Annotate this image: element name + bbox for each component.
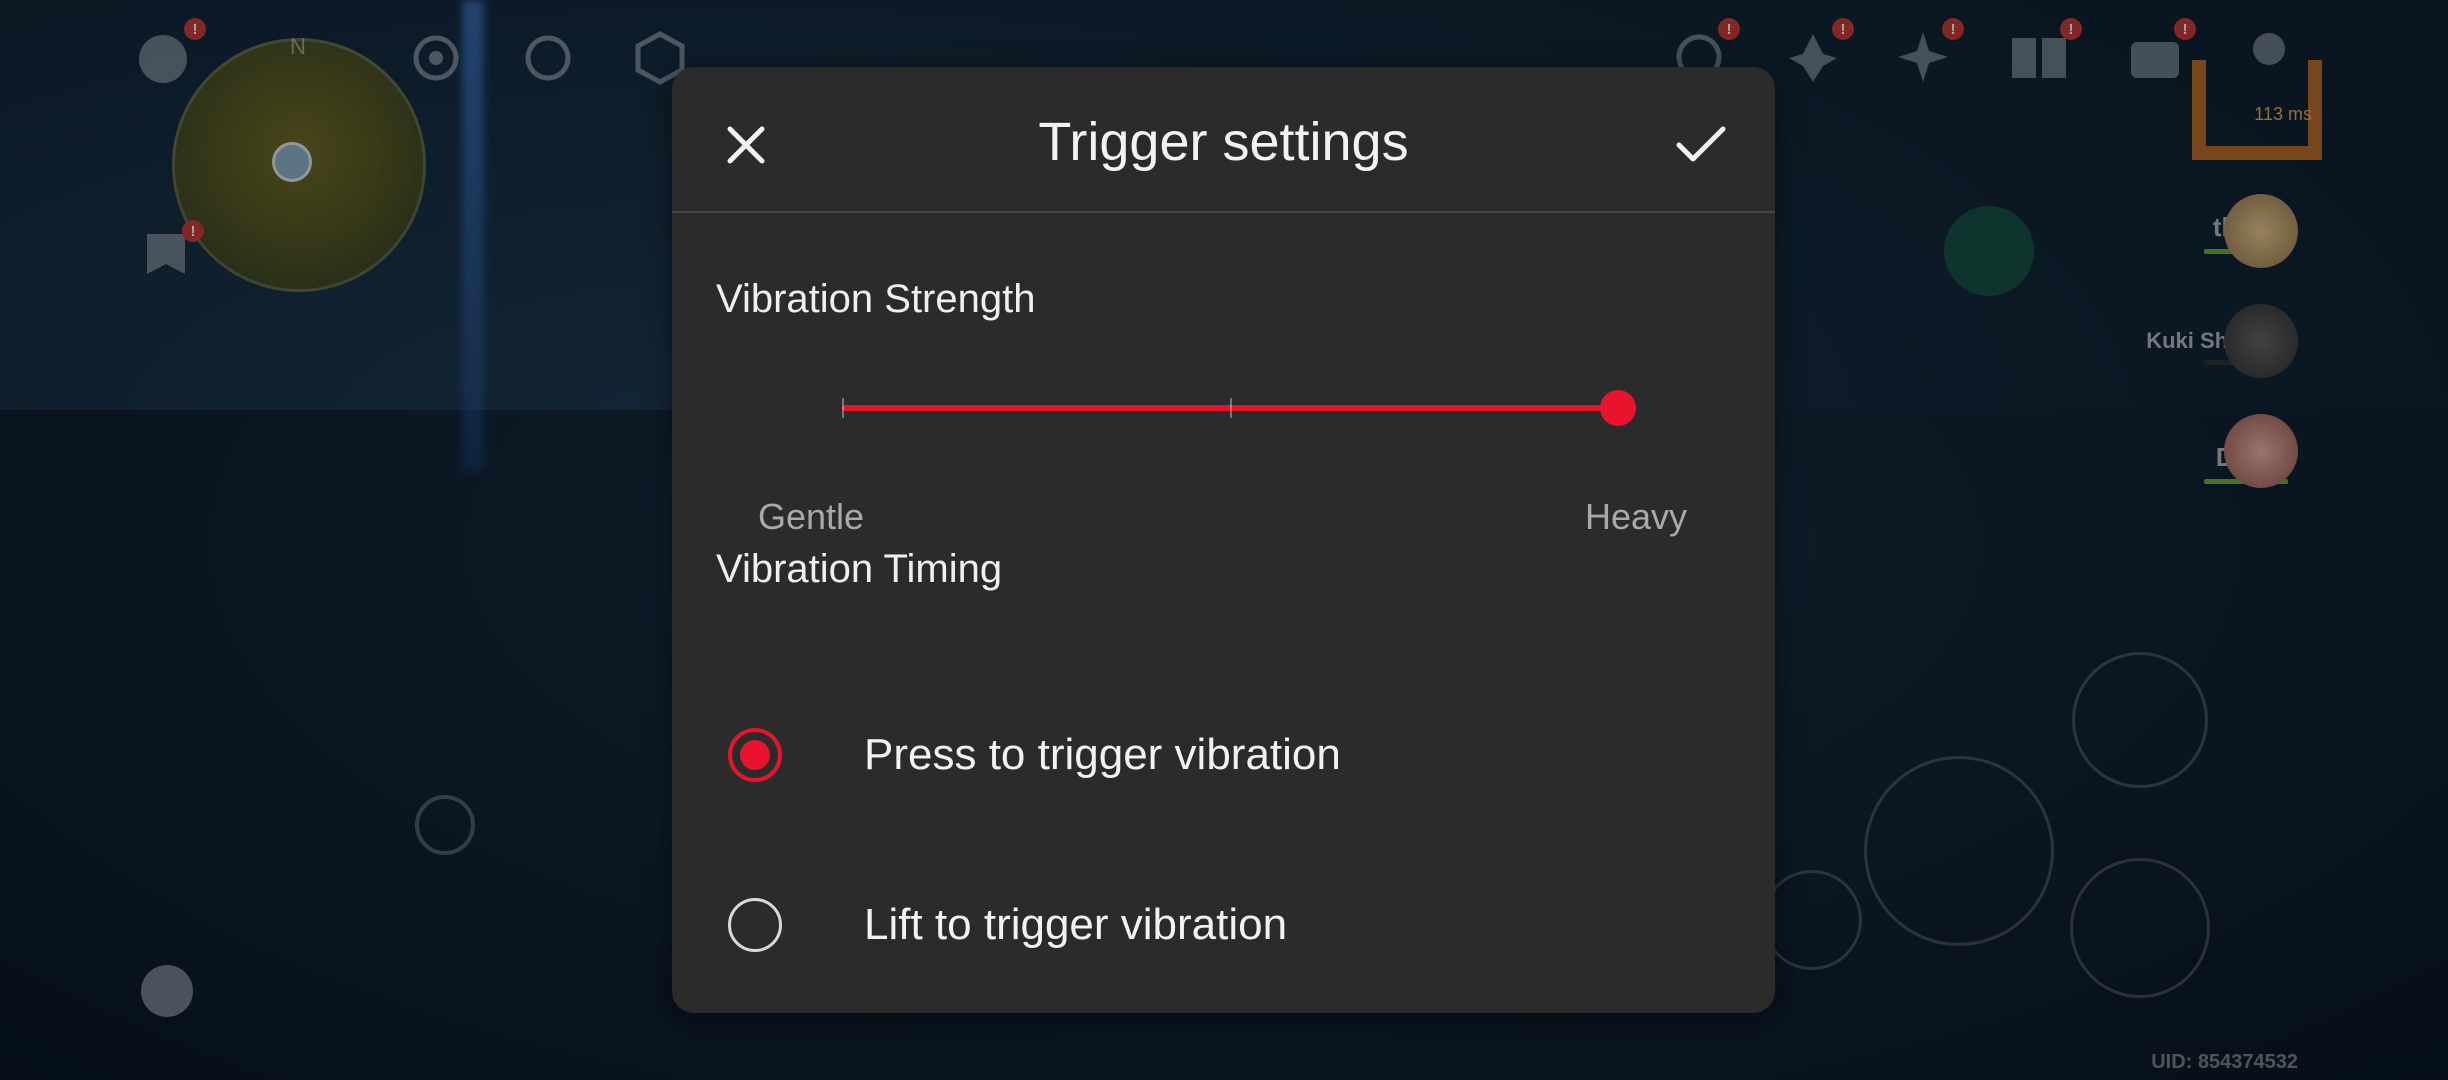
- slider-max-label: Heavy: [1584, 496, 1687, 537]
- slider-tick: [1230, 398, 1232, 418]
- option-lift-to-trigger[interactable]: Lift to trigger vibration: [728, 885, 1287, 965]
- vibration-strength-label: Vibration Strength: [716, 277, 1036, 321]
- dialog-title: Trigger settings: [1038, 112, 1409, 172]
- checkmark-icon: [1676, 126, 1726, 162]
- option-press-to-trigger[interactable]: Press to trigger vibration: [728, 715, 1341, 795]
- radio-button-selected[interactable]: [728, 728, 782, 782]
- slider-min-label: Gentle: [758, 496, 865, 537]
- dialog-header: Trigger settings: [672, 67, 1775, 213]
- radio-button[interactable]: [728, 898, 782, 952]
- vibration-timing-label: Vibration Timing: [716, 547, 1003, 591]
- radio-label: Press to trigger vibration: [864, 730, 1341, 779]
- trigger-settings-dialog: Trigger settings Vibration Strength Gent…: [672, 67, 1775, 1013]
- radio-label: Lift to trigger vibration: [864, 900, 1288, 949]
- slider-tick: [842, 398, 844, 418]
- slider-thumb[interactable]: [1600, 390, 1636, 426]
- confirm-button[interactable]: [1661, 105, 1741, 185]
- radio-dot: [740, 740, 770, 770]
- vibration-strength-slider[interactable]: [842, 378, 1636, 438]
